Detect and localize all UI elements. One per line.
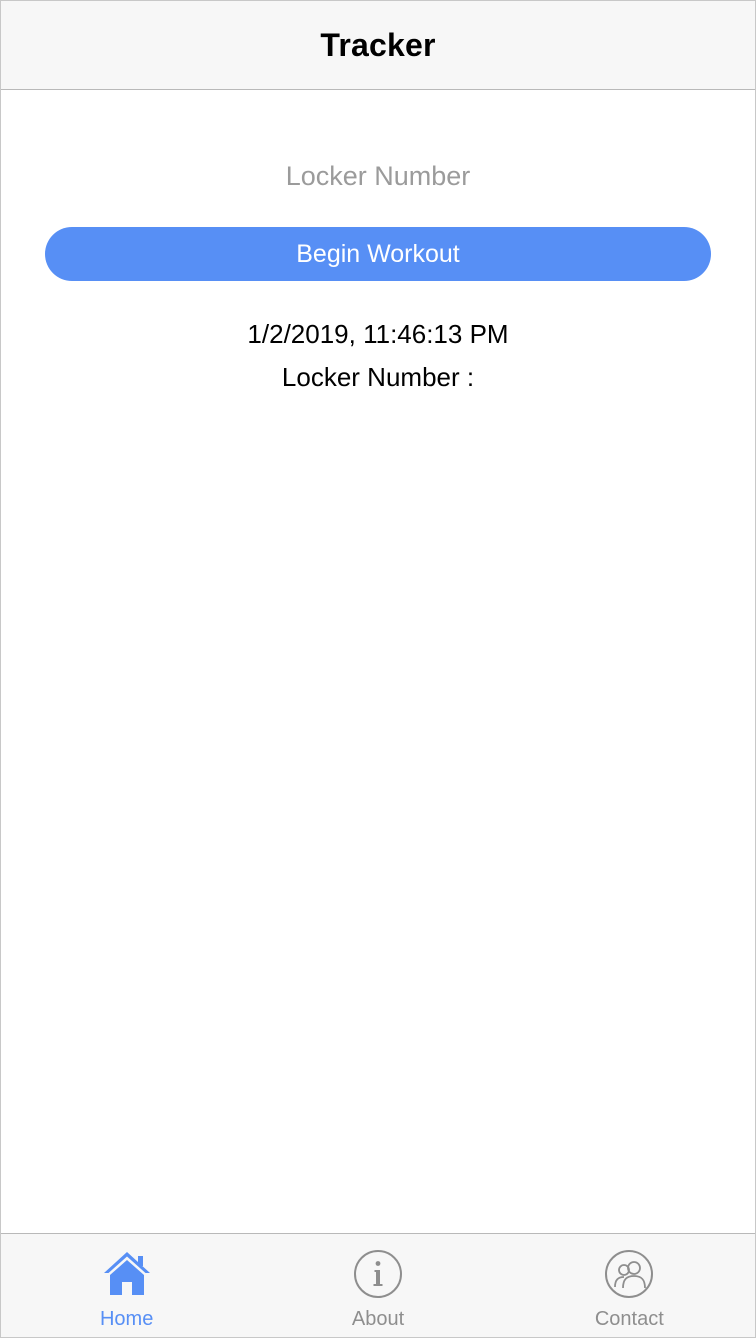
contact-icon [605, 1250, 654, 1298]
begin-workout-button[interactable]: Begin Workout [45, 227, 711, 281]
workout-info: 1/2/2019, 11:46:13 PM Locker Number : [1, 313, 755, 399]
info-icon [353, 1250, 402, 1298]
home-icon [103, 1252, 150, 1295]
tab-contact[interactable]: Contact [504, 1234, 755, 1337]
locker-number-input[interactable] [45, 151, 711, 201]
tab-about[interactable]: About [252, 1234, 503, 1337]
tab-about-label: About [351, 1308, 405, 1330]
begin-workout-label: Begin Workout [296, 239, 460, 268]
app-window: Tracker Begin Workout 1/2/2019, 11:46:13… [0, 0, 756, 1338]
locker-number-line: Locker Number : [281, 362, 475, 392]
main-content: Begin Workout 1/2/2019, 11:46:13 PM Lock… [1, 91, 755, 1233]
tab-contact-label: Contact [594, 1308, 664, 1330]
tab-home[interactable]: Home [1, 1234, 252, 1337]
timestamp-text: 1/2/2019, 11:46:13 PM [247, 319, 509, 349]
tab-home-label: Home [99, 1308, 154, 1330]
page-title: Tracker [320, 26, 436, 63]
nav-header: Tracker [1, 1, 755, 90]
tab-bar: Home About Contact [1, 1233, 755, 1337]
